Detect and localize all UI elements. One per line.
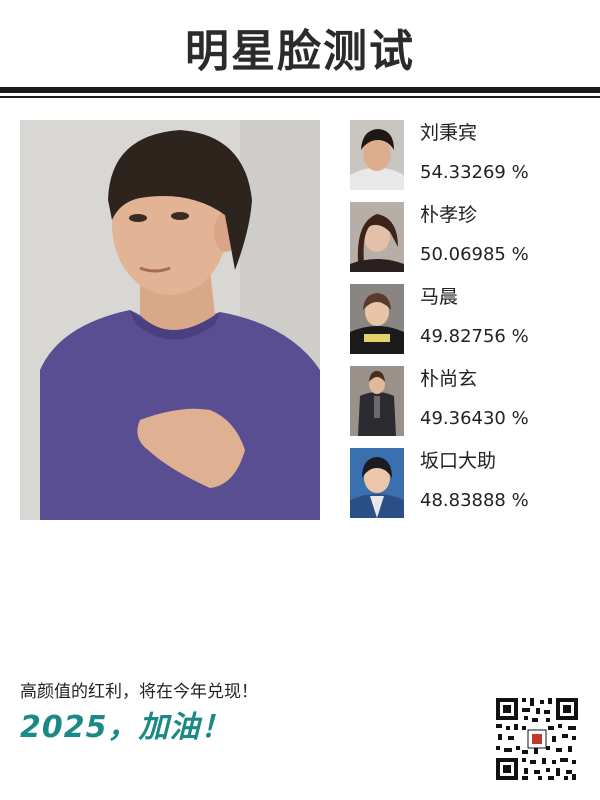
match-name: 马晨 xyxy=(420,286,459,308)
match-score: 49.36430 % xyxy=(420,408,529,429)
header: 明星脸测试 xyxy=(0,0,600,100)
footer-slogan: 2025，加油！ xyxy=(20,710,232,745)
match-item[interactable]: 朴尚玄 49.36430 % xyxy=(350,366,590,448)
header-divider-thick xyxy=(0,87,600,93)
footer-tagline: 高颜值的红利，将在今年兑现！ xyxy=(20,682,258,702)
qr-code-icon[interactable] xyxy=(494,696,580,782)
match-item[interactable]: 坂口大助 48.83888 % xyxy=(350,448,590,530)
match-name: 朴孝珍 xyxy=(420,204,478,226)
match-thumbnail xyxy=(350,366,404,436)
match-name: 坂口大助 xyxy=(420,450,497,472)
user-photo xyxy=(20,120,320,520)
match-item[interactable]: 朴孝珍 50.06985 % xyxy=(350,202,590,284)
match-list: 刘秉宾 54.33269 % 朴孝珍 50.06985 % 马晨 49.8275… xyxy=(350,120,590,530)
match-score: 49.82756 % xyxy=(420,326,529,347)
header-divider-thin xyxy=(0,96,600,98)
match-name: 刘秉宾 xyxy=(420,122,478,144)
match-score: 50.06985 % xyxy=(420,244,529,265)
match-thumbnail xyxy=(350,120,404,190)
match-thumbnail xyxy=(350,202,404,272)
match-name: 朴尚玄 xyxy=(420,368,478,390)
match-item[interactable]: 马晨 49.82756 % xyxy=(350,284,590,366)
match-item[interactable]: 刘秉宾 54.33269 % xyxy=(350,120,590,202)
match-score: 54.33269 % xyxy=(420,162,529,183)
match-thumbnail xyxy=(350,284,404,354)
match-score: 48.83888 % xyxy=(420,490,529,511)
match-thumbnail xyxy=(350,448,404,518)
page-title: 明星脸测试 xyxy=(185,26,415,77)
